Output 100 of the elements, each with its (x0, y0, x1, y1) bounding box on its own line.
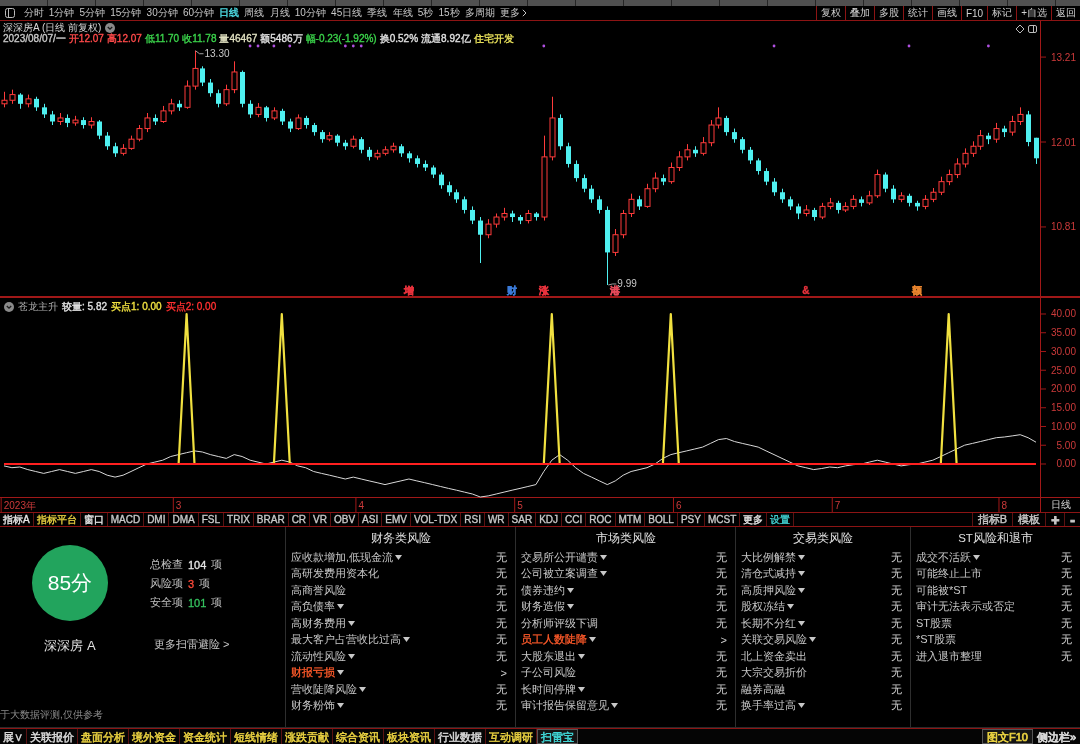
risk-item[interactable]: 公司被立案调查 (521, 566, 598, 582)
event-dot-icon[interactable] (248, 44, 252, 48)
period-tab[interactable]: 5秒 (415, 6, 436, 20)
risk-item[interactable]: 高负债率 (291, 599, 335, 615)
toolbar-button[interactable]: +自选 (1016, 6, 1051, 20)
risk-item[interactable]: ST股票 (916, 615, 953, 631)
risk-item[interactable]: 营收陡降风险 (291, 681, 357, 697)
caret-icon[interactable] (348, 620, 355, 626)
event-marker[interactable]: 额 (911, 285, 922, 296)
risk-item[interactable]: 北上资金卖出 (741, 648, 807, 664)
indicator-tab[interactable]: TRIX (224, 513, 254, 526)
indicator-tab[interactable]: MTM (615, 513, 646, 526)
toolbar-button[interactable]: 叠加 (844, 6, 874, 20)
caret-icon[interactable] (567, 604, 574, 610)
risk-item[interactable]: 交易所公开谴责 (521, 549, 598, 565)
toolbar-button[interactable]: F10 (960, 6, 988, 20)
event-dot-icon[interactable] (542, 44, 546, 48)
risk-item[interactable]: 分析师评级下调 (521, 615, 598, 631)
bottom-tab[interactable]: 扫雷宝 (537, 729, 578, 744)
risk-item[interactable]: 成交不活跃 (916, 549, 971, 565)
caret-icon[interactable] (798, 554, 805, 560)
caret-icon[interactable] (395, 554, 403, 560)
indicator-tab[interactable]: CR (288, 513, 311, 526)
bottom-tab[interactable]: 图文F10 (981, 729, 1033, 744)
risk-item[interactable]: 流动性风险 (291, 648, 346, 664)
indicator-tab[interactable]: EMV (382, 513, 411, 526)
indicator-tab[interactable]: ASI (359, 513, 383, 526)
panel-toggle-icon[interactable] (5, 8, 15, 18)
bottom-tab[interactable]: 行业数据 (435, 729, 486, 744)
event-dot-icon[interactable] (351, 44, 355, 48)
caret-icon[interactable] (798, 587, 805, 593)
caret-icon[interactable] (787, 604, 794, 610)
risk-item[interactable]: 财务造假 (521, 599, 565, 615)
risk-item[interactable]: 最大客户占营收比过高 (291, 632, 401, 648)
chevron-circle-icon[interactable] (105, 22, 116, 33)
caret-icon[interactable] (600, 571, 607, 577)
bottom-tab[interactable]: 盘面分析 (78, 729, 129, 744)
period-tab[interactable]: 45日线 (328, 6, 365, 20)
risk-item[interactable]: 高财务费用 (291, 615, 346, 631)
toolbar-button[interactable]: 标记 (987, 6, 1017, 20)
indicator-tab[interactable]: PSY (677, 513, 705, 526)
more-scan-link[interactable]: 更多扫雷避险 > (154, 637, 230, 652)
risk-item[interactable]: 高质押风险 (741, 582, 796, 598)
indicator-tab[interactable]: 模板 (1012, 513, 1046, 526)
risk-item[interactable]: 大宗交易折价 (741, 665, 807, 681)
period-tab[interactable]: 15分钟 (107, 6, 144, 20)
indicator-tab[interactable]: KDJ (536, 513, 563, 526)
event-marker[interactable]: & (802, 285, 810, 296)
period-tab[interactable]: 60分钟 (180, 6, 217, 20)
caret-icon[interactable] (798, 703, 805, 709)
risk-item[interactable]: 大股东退出 (521, 648, 576, 664)
indicator-tab[interactable]: 窗口 (80, 513, 108, 526)
risk-item[interactable]: 清仓式减持 (741, 566, 796, 582)
caret-icon[interactable] (798, 571, 805, 577)
toolbar-button[interactable]: 复权 (815, 6, 845, 20)
caret-icon[interactable] (973, 554, 980, 560)
indicator-tab[interactable]: SAR (508, 513, 537, 526)
indicator-tab[interactable]: MACD (107, 513, 145, 526)
period-tab[interactable]: 周线 (241, 6, 267, 20)
bottom-tab[interactable]: 展∨ (0, 729, 27, 744)
risk-item[interactable]: 可能终止上市 (916, 566, 982, 582)
event-dot-icon[interactable] (907, 44, 911, 48)
risk-item[interactable]: 财报亏损 (291, 665, 335, 681)
risk-item[interactable]: 高商誉风险 (291, 582, 346, 598)
bottom-tab[interactable]: 资金统计 (180, 729, 231, 744)
bottom-tab[interactable]: 关联报价 (27, 729, 78, 744)
indicator-tab[interactable]: VR (310, 513, 331, 526)
risk-item[interactable]: 子公司风险 (521, 665, 576, 681)
period-tab[interactable]: 年线 (390, 6, 416, 20)
period-tab[interactable]: 30分钟 (144, 6, 181, 20)
indicator-tab[interactable]: RSI (461, 513, 485, 526)
caret-icon[interactable] (337, 703, 344, 709)
risk-item[interactable]: 长期不分红 (741, 615, 796, 631)
indicator-tab[interactable]: 更多 (740, 513, 768, 526)
indicator-tab[interactable]: WR (484, 513, 509, 526)
event-dot-icon[interactable] (772, 44, 776, 48)
chevron-circle-icon[interactable] (4, 302, 14, 312)
diamond-icon[interactable] (1015, 24, 1025, 34)
risk-item[interactable]: 员工人数陡降 (521, 632, 587, 648)
risk-item[interactable]: 债券违约 (521, 582, 565, 598)
indicator-tab[interactable]: DMA (169, 513, 199, 526)
event-dot-icon[interactable] (987, 44, 990, 48)
event-dot-icon[interactable] (272, 44, 276, 48)
indicator-tab[interactable]: 设置 (767, 513, 795, 526)
indicator-tab[interactable]: 指标平台 (33, 513, 81, 526)
toolbar-button[interactable]: 多股 (873, 6, 903, 20)
risk-item[interactable]: 可能被*ST (916, 582, 968, 598)
period-tab[interactable]: 1分钟 (46, 6, 77, 20)
caret-icon[interactable] (403, 637, 410, 643)
risk-item[interactable]: 关联交易风险 (741, 632, 807, 648)
risk-item[interactable]: 融券高融 (741, 681, 785, 697)
caret-icon[interactable] (798, 620, 805, 626)
period-tab[interactable]: 多周期 (462, 6, 498, 20)
indicator-tab[interactable]: VOL-TDX (410, 513, 462, 526)
indicator-tab[interactable]: 指标A (0, 513, 34, 526)
risk-item[interactable]: *ST股票 (916, 632, 957, 648)
caret-icon[interactable] (337, 670, 344, 676)
risk-item[interactable]: 财务粉饰 (291, 698, 335, 714)
event-marker[interactable]: 增 (403, 285, 414, 296)
risk-item[interactable]: 审计无法表示或否定 (916, 599, 1015, 615)
